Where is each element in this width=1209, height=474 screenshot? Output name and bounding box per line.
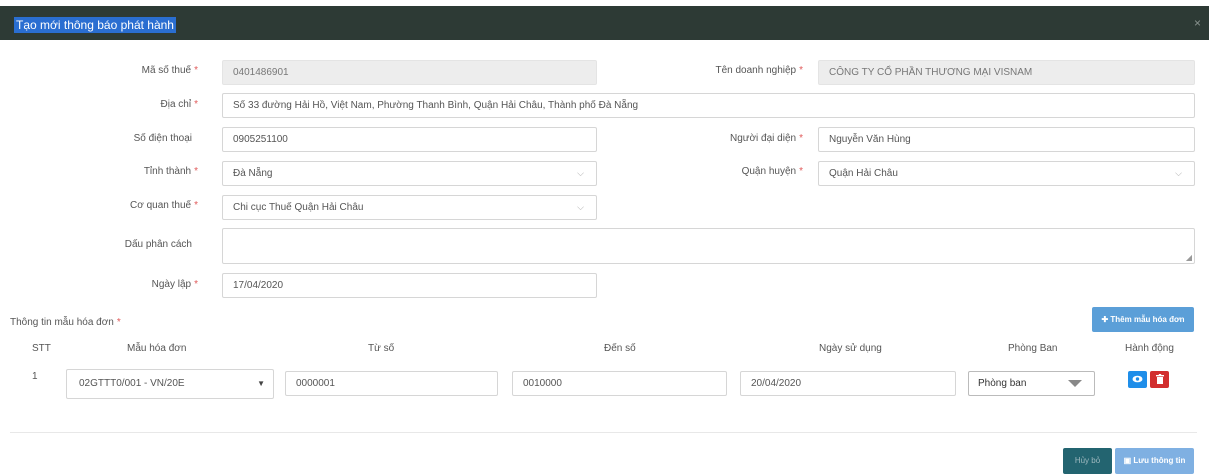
address-field[interactable]: Số 33 đường Hải Hồ, Việt Nam, Phường Tha…	[222, 93, 1195, 118]
resize-handle-icon[interactable]: ◢	[1186, 254, 1192, 262]
created-date-field[interactable]: 17/04/2020	[222, 273, 597, 298]
province-select[interactable]: Đà Nẵng ⌵	[222, 161, 597, 186]
close-icon[interactable]: ×	[1194, 16, 1201, 30]
caret-down-icon	[1068, 380, 1082, 387]
cancel-button[interactable]: Hủy bỏ	[1063, 448, 1112, 474]
footer-divider	[10, 432, 1197, 433]
district-value: Quận Hải Châu	[829, 168, 898, 179]
column-header-stt: STT	[32, 343, 51, 354]
tax-office-label: Cơ quan thuế *	[130, 200, 198, 211]
dialog-header: Tạo mới thông báo phát hành ×	[0, 6, 1209, 40]
caret-down-icon: ▼	[257, 379, 265, 388]
column-header-department: Phòng Ban	[1008, 343, 1058, 354]
mst-label: Mã số thuế *	[141, 65, 198, 76]
column-header-actions: Hành động	[1125, 343, 1174, 354]
save-icon: ▣	[1123, 456, 1134, 465]
chevron-down-icon: ⌵	[577, 202, 584, 212]
invoice-template-value: 02GTTT0/001 - VN/20E	[79, 378, 185, 389]
column-header-template: Mẫu hóa đơn	[127, 343, 187, 354]
invoice-template-select[interactable]: 02GTTT0/001 - VN/20E ▼	[66, 369, 274, 399]
representative-field[interactable]: Nguyễn Văn Hùng	[818, 127, 1195, 152]
column-header-to: Đến số	[604, 343, 636, 354]
chevron-down-icon: ⌵	[577, 168, 584, 178]
tax-office-select[interactable]: Chi cục Thuế Quận Hải Châu ⌵	[222, 195, 597, 220]
address-label: Địa chỉ *	[160, 99, 198, 110]
province-value: Đà Nẵng	[233, 168, 273, 179]
tax-code-field: 0401486901	[222, 60, 597, 85]
to-number-field[interactable]: 0010000	[512, 371, 727, 396]
phone-label: Số điện thoại	[133, 133, 192, 144]
save-label: Lưu thông tin	[1133, 456, 1186, 465]
save-button[interactable]: ▣ Lưu thông tin	[1115, 448, 1194, 474]
delete-button[interactable]	[1150, 371, 1169, 388]
company-name-label: Tên doanh nghiệp *	[715, 65, 803, 76]
chevron-down-icon: ⌵	[1175, 168, 1182, 178]
view-button[interactable]	[1128, 371, 1147, 388]
department-value: Phòng ban	[978, 378, 1027, 389]
row-stt: 1	[32, 371, 38, 382]
phone-field[interactable]: 0905251100	[222, 127, 597, 152]
tax-office-value: Chi cục Thuế Quận Hải Châu	[233, 202, 364, 213]
column-header-from: Từ số	[368, 343, 395, 354]
column-header-use-date: Ngày sử dụng	[819, 343, 882, 354]
dialog-title: Tạo mới thông báo phát hành	[14, 17, 176, 33]
separator-label: Dấu phân cách	[124, 239, 192, 250]
use-date-field[interactable]: 20/04/2020	[740, 371, 956, 396]
eye-icon	[1132, 375, 1143, 383]
date-label: Ngày lập *	[151, 279, 198, 290]
add-invoice-template-button[interactable]: ✚ Thêm mẫu hóa đơn	[1092, 307, 1194, 332]
trash-icon	[1155, 374, 1164, 384]
separator-textarea[interactable]: ◢	[222, 228, 1195, 264]
invoice-section-title: Thông tin mẫu hóa đơn *	[10, 317, 121, 328]
from-number-field[interactable]: 0000001	[285, 371, 498, 396]
district-label: Quận huyện *	[741, 166, 803, 177]
representative-label: Người đại diện *	[730, 133, 803, 144]
company-name-field: CÔNG TY CỔ PHẦN THƯƠNG MẠI VISNAM	[818, 60, 1195, 85]
province-label: Tỉnh thành *	[143, 166, 198, 177]
district-select[interactable]: Quận Hải Châu ⌵	[818, 161, 1195, 186]
department-select[interactable]: Phòng ban	[968, 371, 1095, 396]
